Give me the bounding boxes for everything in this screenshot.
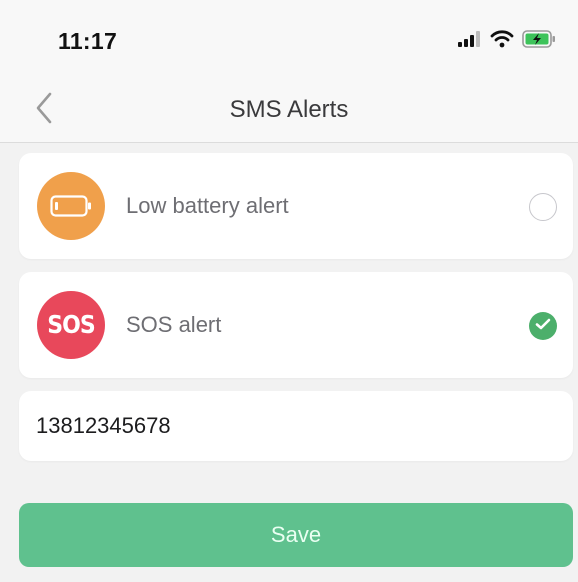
status-time: 11:17	[58, 28, 118, 54]
low-battery-alert-label: Low battery alert	[126, 193, 289, 218]
wifi-icon	[490, 30, 514, 53]
phone-number-input[interactable]	[36, 391, 556, 461]
phone-number-card	[19, 391, 573, 461]
cellular-signal-icon	[458, 31, 482, 52]
battery-icon	[37, 172, 105, 240]
sos-alert-radio[interactable]	[529, 312, 557, 340]
battery-charging-icon	[522, 30, 556, 53]
page-title: SMS Alerts	[229, 96, 349, 123]
save-button[interactable]: Save	[19, 503, 573, 567]
status-bar: 11:17	[0, 0, 578, 78]
low-battery-alert-radio[interactable]	[529, 193, 557, 221]
nav-bar: SMS Alerts	[0, 78, 578, 143]
sos-alert-label: SOS alert	[126, 312, 222, 337]
low-battery-alert-row[interactable]: Low battery alert	[19, 153, 573, 259]
sos-alert-row[interactable]: SOS SOS alert	[19, 272, 573, 378]
checkmark-icon	[535, 317, 551, 335]
sos-icon: SOS	[37, 291, 105, 359]
content-area: Low battery alert SOS SOS alert Save	[0, 143, 578, 582]
status-icons	[458, 30, 556, 53]
sos-icon-text: SOS	[47, 310, 95, 340]
